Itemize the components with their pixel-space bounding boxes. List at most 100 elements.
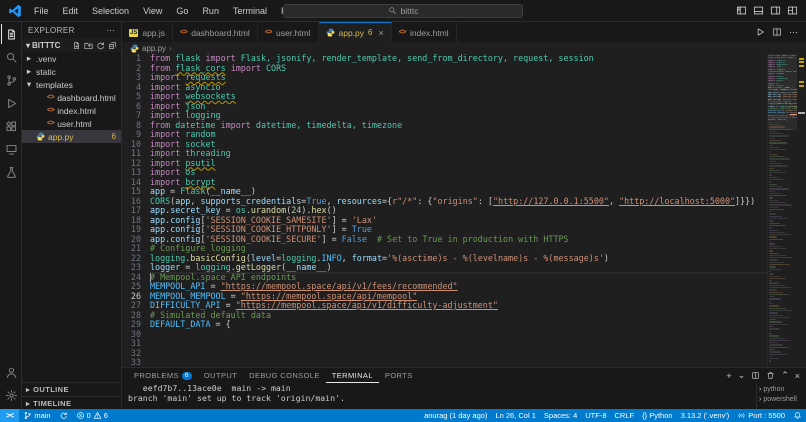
python-interpreter[interactable]: 3.13.2 ('.venv') xyxy=(677,409,734,422)
minimap-line xyxy=(769,195,788,197)
menu-terminal[interactable]: Terminal xyxy=(227,4,273,18)
workspace-section-header[interactable]: ▾ BITTTC xyxy=(22,38,121,52)
toggle-secondary-sidebar-icon[interactable] xyxy=(770,5,781,16)
panel-tab-debug-console[interactable]: DEBUG CONSOLE xyxy=(243,368,326,383)
html-file-icon: <> xyxy=(47,107,55,114)
close-icon[interactable]: × xyxy=(378,28,383,38)
menu-file[interactable]: File xyxy=(28,4,55,18)
code-line-3: import requests xyxy=(150,72,767,83)
minimap-line xyxy=(769,128,791,130)
section-label: TIMELINE xyxy=(33,398,72,408)
branch-status[interactable]: main xyxy=(19,409,54,422)
minimap[interactable]: from flask import Flask, jsonify, render… xyxy=(767,54,797,367)
indentation[interactable]: Spaces: 4 xyxy=(540,409,581,422)
code-pane[interactable]: from flask import Flask, jsonify, render… xyxy=(148,54,767,367)
panel-tab-problems[interactable]: PROBLEMS 6 xyxy=(128,368,198,383)
add-icon[interactable]: + xyxy=(726,371,731,381)
tab-user-html[interactable]: <> user.html xyxy=(257,22,319,42)
more-icon[interactable]: ⋯ xyxy=(789,27,798,38)
activity-extensions[interactable] xyxy=(1,116,21,136)
chevron-up-icon[interactable]: ⌃ xyxy=(781,370,789,381)
new-file-icon[interactable] xyxy=(72,41,81,50)
menu-run[interactable]: Run xyxy=(196,4,225,18)
tree-item--venv[interactable]: ▸ .venv xyxy=(22,52,121,65)
activity-run-debug[interactable] xyxy=(1,93,21,113)
code-token: INFO xyxy=(321,252,342,263)
remote-indicator[interactable]: >< xyxy=(0,409,20,422)
run-icon[interactable] xyxy=(755,27,765,37)
split-editor-icon[interactable] xyxy=(772,27,782,37)
section-outline[interactable]: ▸ OUTLINE xyxy=(22,383,121,396)
code-line-13: import os xyxy=(150,167,767,178)
tree-item-user-html[interactable]: <> user.html xyxy=(22,117,121,130)
blame-status[interactable]: anurag (1 day ago) xyxy=(420,409,491,422)
activity-testing[interactable] xyxy=(1,162,21,182)
toggle-panel-icon[interactable] xyxy=(753,5,764,16)
code-token: format xyxy=(351,252,382,263)
code-token: "origins" xyxy=(432,195,478,206)
menu-edit[interactable]: Edit xyxy=(57,4,85,18)
tab-app-js[interactable]: JS app.js xyxy=(122,22,174,42)
encoding[interactable]: UTF-8 xyxy=(581,409,610,422)
tree-item-app-py[interactable]: app.py 6 xyxy=(22,130,121,143)
code-token: threading xyxy=(180,148,231,158)
panel-actions: + ⌄ ⌃ × xyxy=(726,370,800,381)
section-label: OUTLINE xyxy=(33,385,69,394)
minimap-line xyxy=(769,202,786,204)
minimap-line xyxy=(769,179,785,181)
vscode-window: FileEditSelectionViewGoRunTerminalHelp b… xyxy=(0,0,806,422)
terminal-tab-python[interactable]: › python xyxy=(759,384,804,394)
tree-item-templates[interactable]: ▾ templates xyxy=(22,78,121,91)
code-editor[interactable]: 1 2 3 4 5 6 7 8 9 10 11 12 13 14 15 16 17 18 19 20 21 22 23 24 2… xyxy=(122,54,806,367)
code-token: "http://127.0.0.1:5500" xyxy=(492,195,609,206)
collapse-all-icon[interactable] xyxy=(108,41,117,50)
tree-item-static[interactable]: ▸ static xyxy=(22,65,121,78)
problems-status[interactable]: 06 xyxy=(72,409,112,422)
minimap-line xyxy=(769,243,776,245)
panel-tab-output[interactable]: OUTPUT xyxy=(198,368,243,383)
new-folder-icon[interactable] xyxy=(84,41,93,50)
tree-item-dashboard-html[interactable]: <> dashboard.html xyxy=(22,91,121,104)
menu-go[interactable]: Go xyxy=(170,4,194,18)
command-center-search[interactable]: bitttc xyxy=(283,3,523,18)
activity-explorer[interactable] xyxy=(0,24,21,44)
tab-index-html[interactable]: <> index.html xyxy=(391,22,457,42)
toggle-sidebar-icon[interactable] xyxy=(736,5,747,16)
eol[interactable]: CRLF xyxy=(611,409,639,422)
activity-remote-explorer[interactable] xyxy=(1,139,21,159)
explorer-more-icon[interactable]: ⋯ xyxy=(107,26,115,35)
split-terminal-icon[interactable] xyxy=(751,371,760,380)
panel-tab-label: PORTS xyxy=(384,371,413,380)
section-timeline[interactable]: ▸ TIMELINE xyxy=(22,396,121,409)
panel-tab-terminal[interactable]: TERMINAL xyxy=(325,368,379,383)
trash-icon[interactable] xyxy=(766,371,775,380)
breadcrumb[interactable]: app.py › xyxy=(122,42,806,54)
close-icon[interactable]: × xyxy=(795,371,800,381)
panel-tab-ports[interactable]: PORTS xyxy=(379,368,419,383)
activity-source-control[interactable] xyxy=(1,70,21,90)
tab-dashboard-html[interactable]: <> dashboard.html xyxy=(173,22,258,42)
sync-status[interactable] xyxy=(55,409,72,422)
tree-item-index-html[interactable]: <> index.html xyxy=(22,104,121,117)
activity-account[interactable] xyxy=(1,362,21,382)
menu-view[interactable]: View xyxy=(137,4,168,18)
terminal-output[interactable]: eefd7b7..13ace0e main -> main branch 'mai… xyxy=(122,383,756,409)
chevron-down-icon[interactable]: ⌄ xyxy=(738,370,746,381)
minimap-slider[interactable] xyxy=(768,54,797,130)
activity-settings[interactable] xyxy=(1,385,21,405)
code-line-10: import socket xyxy=(150,139,767,150)
customize-layout-icon[interactable] xyxy=(787,5,798,16)
menu-selection[interactable]: Selection xyxy=(86,4,135,18)
language-mode[interactable]: {} Python xyxy=(638,409,676,422)
notifications[interactable] xyxy=(789,409,806,422)
overview-ruler[interactable] xyxy=(797,54,806,367)
tab-app-py[interactable]: app.py 6 × xyxy=(318,22,392,42)
cursor-position[interactable]: Ln 26, Col 1 xyxy=(491,409,539,422)
code-token: import xyxy=(150,91,181,101)
minimap-line xyxy=(769,344,783,346)
terminal-tab-powershell[interactable]: › powershell xyxy=(759,394,804,404)
port-forward[interactable]: Port : 5500 xyxy=(733,409,789,422)
refresh-icon[interactable] xyxy=(96,41,105,50)
activity-search[interactable] xyxy=(1,47,21,67)
code-token: import xyxy=(150,148,181,158)
